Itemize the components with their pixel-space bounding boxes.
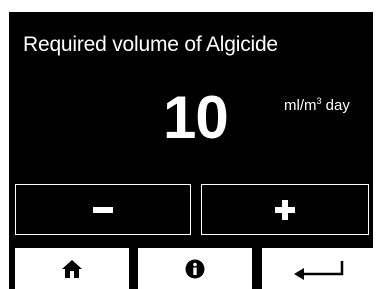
unit-suffix: day [321, 97, 350, 114]
back-arrow-icon [293, 260, 343, 280]
decrease-button[interactable] [15, 184, 191, 235]
unit-prefix: ml/m [284, 97, 317, 114]
minus-icon [93, 206, 113, 213]
plus-icon [275, 199, 295, 220]
volume-unit: ml/m3 day [284, 96, 350, 114]
increase-button[interactable] [201, 184, 369, 235]
volume-value: 10 [163, 84, 229, 151]
back-button[interactable] [262, 248, 373, 289]
device-screen: Required volume of Algicide 10 ml/m3 day [9, 12, 373, 289]
info-icon [185, 259, 205, 278]
info-button[interactable] [138, 248, 252, 289]
home-icon [62, 259, 82, 278]
screen-title: Required volume of Algicide [23, 33, 278, 56]
home-button[interactable] [15, 248, 129, 289]
